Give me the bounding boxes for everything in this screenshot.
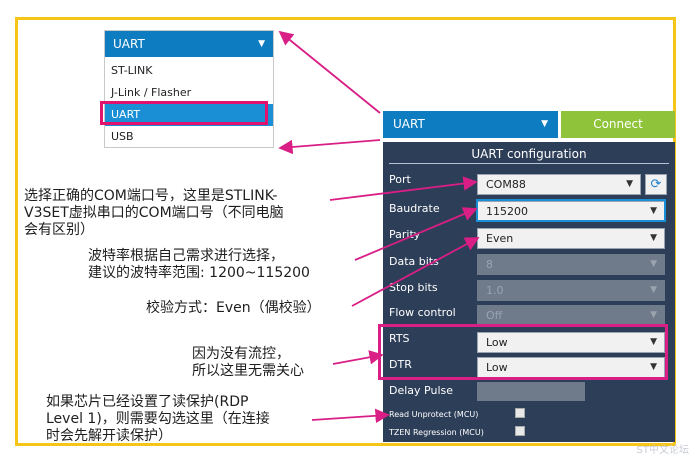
baudrate-annotation-line1: 波特率根据自己需求进行选择，	[88, 248, 284, 264]
baudrate-annotation-line2: 建议的波特率范围: 1200~115200	[88, 265, 310, 281]
arrow-to-read-unprotect	[311, 408, 390, 424]
watermark: ST中文论坛	[636, 445, 689, 456]
port-annotation-line2: V3SET虚拟串口的COM端口号（不同电脑	[24, 205, 284, 221]
arrow-to-usb	[278, 139, 381, 155]
baudrate-annotation: 波特率根据自己需求进行选择， 建议的波特率范围: 1200~115200	[88, 248, 310, 282]
port-annotation-line1: 选择正确的COM端口号，这里是STLINK-	[24, 188, 278, 204]
arrow-to-rts-dtr	[332, 350, 384, 365]
rdp-annotation-line2: Level 1)，则需要勾选这里（在连接	[46, 411, 270, 427]
port-annotation: 选择正确的COM端口号，这里是STLINK- V3SET虚拟串口的COM端口号（…	[24, 188, 284, 239]
port-annotation-line3: 会有区别）	[24, 222, 94, 238]
flow-annotation-line2: 所以这里无需关心	[192, 363, 304, 379]
rdp-annotation-line3: 时会先解开读保护）	[46, 428, 172, 444]
rdp-annotation: 如果芯片已经设置了读保护(RDP Level 1)，则需要勾选这里（在连接 时会…	[46, 394, 270, 445]
rdp-annotation-line1: 如果芯片已经设置了读保护(RDP	[46, 394, 249, 410]
parity-annotation: 校验方式：Even（偶校验）	[146, 300, 321, 316]
flow-annotation-line1: 因为没有流控，	[192, 346, 290, 362]
arrow-to-parity	[351, 237, 480, 307]
arrow-to-dropdown	[278, 30, 381, 114]
arrow-to-baudrate	[354, 207, 478, 261]
flow-annotation: 因为没有流控， 所以这里无需关心	[192, 346, 304, 380]
arrow-to-port	[329, 176, 478, 201]
